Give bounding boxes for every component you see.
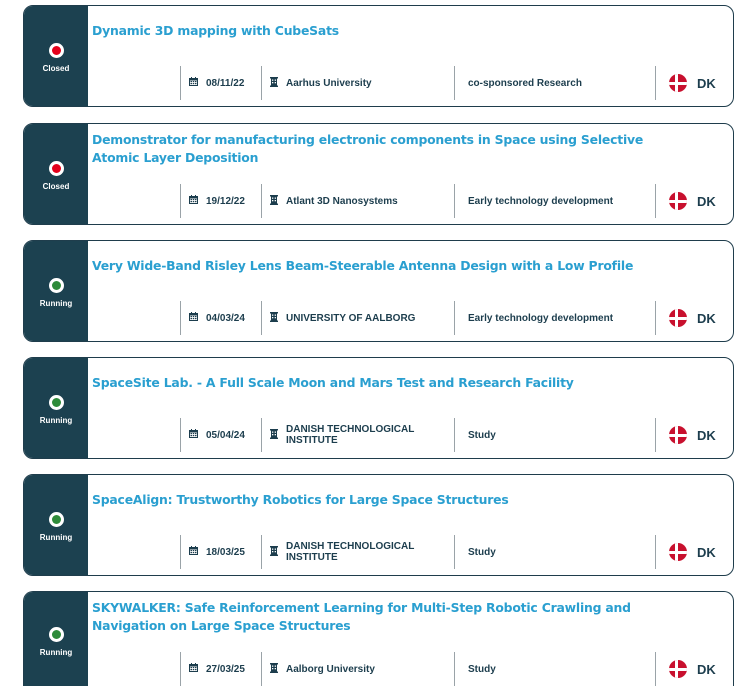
project-card[interactable]: Closed Dynamic 3D mapping with CubeSats … [23,5,734,107]
calendar-icon [189,429,198,441]
country-code: DK [697,661,716,677]
project-date: 19/12/22 [206,195,245,207]
calendar-icon [189,663,198,675]
project-type: Study [468,663,496,675]
status-closed-icon [48,43,64,58]
project-type: co-sponsored Research [468,77,582,89]
project-organisation: DANISH TECHNOLOGICAL INSTITUTE [286,541,415,563]
status-closed-icon [48,161,64,176]
status-panel: Running [24,475,88,575]
project-meta: 04/03/24 UNIVERSITY OF AALBORG Early tec… [180,301,716,335]
calendar-icon [189,312,198,324]
denmark-flag-icon [669,192,687,210]
project-title[interactable]: SpaceSite Lab. - A Full Scale Moon and M… [92,374,692,392]
denmark-flag-icon [669,660,687,678]
status-running-icon [48,278,64,293]
project-title[interactable]: Very Wide-Band Risley Lens Beam-Steerabl… [92,257,692,275]
project-card[interactable]: Running SKYWALKER: Safe Reinforcement Le… [23,591,734,686]
project-organisation: Aarhus University [286,77,372,89]
status-label: Running [39,533,73,542]
denmark-flag-icon [669,426,687,444]
building-icon [270,662,278,676]
denmark-flag-icon [669,309,687,327]
country-code: DK [697,310,716,326]
status-panel: Running [24,358,88,458]
project-meta: 19/12/22 Atlant 3D Nanosystems Early tec… [180,184,716,218]
status-label: Running [39,647,73,657]
building-icon [270,428,278,442]
project-meta: 27/03/25 Aalborg University Study DK [180,652,716,686]
project-date: 05/04/24 [206,429,245,441]
building-icon [270,76,278,90]
calendar-icon [189,77,198,89]
project-organisation: Aalborg University [286,663,375,675]
building-icon [270,311,278,325]
project-date: 08/11/22 [206,77,245,89]
status-label: Running [39,299,73,308]
country-code: DK [697,75,716,91]
project-organisation: UNIVERSITY OF AALBORG [286,312,416,324]
country-code: DK [697,427,716,443]
status-panel: Running [24,241,88,341]
status-label: Closed [42,182,70,191]
project-date: 27/03/25 [206,663,245,675]
project-card[interactable]: Running SpaceAlign: Trustworthy Robotics… [23,474,734,576]
project-type: Early technology development [468,312,614,324]
status-running-icon [48,395,64,410]
project-date: 18/03/25 [206,546,245,558]
project-card[interactable]: Running Very Wide-Band Risley Lens Beam-… [23,240,734,342]
calendar-icon [189,195,198,207]
project-title[interactable]: SKYWALKER: Safe Reinforcement Learning f… [92,599,692,635]
status-running-icon [48,512,64,527]
country-code: DK [697,193,716,209]
project-title[interactable]: Dynamic 3D mapping with CubeSats [92,22,692,40]
project-meta: 18/03/25 DANISH TECHNOLOGICAL INSTITUTE … [180,535,716,569]
project-date: 04/03/24 [206,312,245,324]
status-running-icon [48,626,64,642]
project-card[interactable]: Closed Demonstrator for manufacturing el… [23,123,734,225]
project-type: Study [468,546,496,558]
status-label: Running [39,416,73,425]
project-card[interactable]: Running SpaceSite Lab. - A Full Scale Mo… [23,357,734,459]
country-code: DK [697,544,716,560]
calendar-icon [189,546,198,558]
project-organisation: DANISH TECHNOLOGICAL INSTITUTE [286,424,415,446]
project-type: Study [468,429,496,441]
denmark-flag-icon [669,543,687,561]
status-label: Closed [42,64,70,73]
building-icon [270,545,278,559]
project-meta: 08/11/22 Aarhus University co-sponsored … [180,66,716,100]
status-panel: Closed [24,6,88,106]
project-organisation: Atlant 3D Nanosystems [286,195,398,207]
status-panel: Closed [24,124,88,224]
project-title[interactable]: SpaceAlign: Trustworthy Robotics for Lar… [92,491,692,509]
building-icon [270,194,278,208]
status-panel: Running [24,592,88,686]
project-meta: 05/04/24 DANISH TECHNOLOGICAL INSTITUTE … [180,418,716,452]
denmark-flag-icon [669,74,687,92]
project-type: Early technology development [468,195,614,207]
project-title[interactable]: Demonstrator for manufacturing electroni… [92,131,692,167]
